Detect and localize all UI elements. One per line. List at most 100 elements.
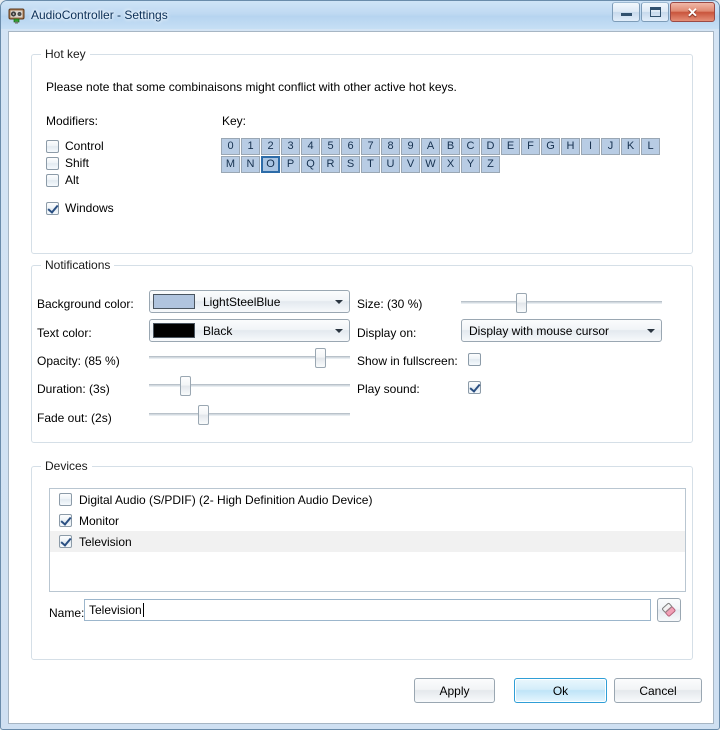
text-color-swatch — [153, 323, 195, 338]
hotkey-key-C[interactable]: C — [461, 138, 480, 155]
title-bar[interactable]: AudioController - Settings ✕ — [1, 1, 719, 29]
fadeout-slider[interactable] — [149, 402, 350, 426]
hotkey-key-L[interactable]: L — [641, 138, 660, 155]
duration-slider[interactable] — [149, 373, 350, 397]
hotkey-key-X[interactable]: X — [441, 156, 460, 173]
hotkey-key-H[interactable]: H — [561, 138, 580, 155]
device-list-item[interactable]: Digital Audio (S/PDIF) (2- High Definiti… — [50, 489, 685, 510]
hotkey-key-P[interactable]: P — [281, 156, 300, 173]
chevron-down-icon[interactable] — [331, 328, 347, 333]
name-label: Name: — [49, 606, 85, 620]
hotkey-key-5[interactable]: 5 — [321, 138, 340, 155]
device-checkbox[interactable] — [59, 535, 72, 548]
hotkey-key-V[interactable]: V — [401, 156, 420, 173]
slider-track — [149, 413, 350, 416]
hotkey-key-6[interactable]: 6 — [341, 138, 360, 155]
text-color-label: Text color: — [37, 326, 92, 340]
device-name-value: Television — [89, 603, 142, 617]
shift-checkbox[interactable] — [46, 156, 59, 170]
ok-button[interactable]: Ok — [514, 678, 607, 703]
display-on-combo[interactable]: Display with mouse cursor — [461, 319, 662, 342]
hotkey-key-Z[interactable]: Z — [481, 156, 500, 173]
hotkey-key-9[interactable]: 9 — [401, 138, 420, 155]
devices-listbox[interactable]: Digital Audio (S/PDIF) (2- High Definiti… — [49, 488, 686, 592]
hotkey-key-Y[interactable]: Y — [461, 156, 480, 173]
hotkey-key-grid[interactable]: 0123456789ABCDEFGHIJKL MNOPQRSTUVWXYZ — [221, 138, 665, 173]
display-on-label: Display on: — [357, 326, 417, 340]
hotkey-key-N[interactable]: N — [241, 156, 260, 173]
hotkey-key-O[interactable]: O — [261, 156, 280, 173]
hotkey-key-F[interactable]: F — [521, 138, 540, 155]
hotkey-key-U[interactable]: U — [381, 156, 400, 173]
play-sound-label: Play sound: — [357, 382, 420, 396]
opacity-label: Opacity: (85 %) — [37, 354, 120, 368]
device-label: Television — [79, 534, 132, 549]
close-icon: ✕ — [687, 4, 698, 20]
text-color-combo[interactable]: Black — [149, 319, 350, 342]
hotkey-key-2[interactable]: 2 — [261, 138, 280, 155]
modifier-shift[interactable]: Shift — [46, 156, 89, 170]
chevron-down-icon[interactable] — [643, 328, 659, 333]
slider-thumb[interactable] — [198, 405, 210, 425]
hotkey-key-G[interactable]: G — [541, 138, 560, 155]
device-label: Monitor — [79, 513, 120, 528]
hotkey-key-J[interactable]: J — [601, 138, 620, 155]
device-checkbox[interactable] — [59, 514, 72, 527]
settings-window: AudioController - Settings ✕ Hot key Ple… — [0, 0, 720, 730]
device-list-item[interactable]: Television — [50, 531, 685, 552]
audio-device-icon — [8, 7, 25, 24]
show-fullscreen-checkbox[interactable] — [468, 353, 481, 366]
hotkey-key-Q[interactable]: Q — [301, 156, 320, 173]
hotkey-key-0[interactable]: 0 — [221, 138, 240, 155]
hotkey-key-7[interactable]: 7 — [361, 138, 380, 155]
notifications-group-title: Notifications — [41, 258, 115, 272]
opacity-slider[interactable] — [149, 345, 350, 369]
hotkey-key-3[interactable]: 3 — [281, 138, 300, 155]
minimize-button[interactable] — [612, 2, 640, 22]
eraser-icon — [662, 602, 676, 617]
display-on-value: Display with mouse cursor — [469, 323, 610, 338]
modifier-alt[interactable]: Alt — [46, 173, 79, 187]
hotkey-key-8[interactable]: 8 — [381, 138, 400, 155]
device-list-item[interactable]: Monitor — [50, 510, 685, 531]
hotkey-key-D[interactable]: D — [481, 138, 500, 155]
windows-checkbox[interactable] — [46, 201, 59, 215]
background-color-combo[interactable]: LightSteelBlue — [149, 290, 350, 313]
device-name-input[interactable]: Television — [84, 599, 651, 621]
slider-thumb[interactable] — [314, 348, 326, 368]
cancel-button[interactable]: Cancel — [614, 678, 702, 703]
show-fullscreen-label: Show in fullscreen: — [357, 354, 458, 368]
device-checkbox[interactable] — [59, 493, 72, 506]
clear-name-button[interactable] — [657, 598, 681, 622]
hotkey-key-R[interactable]: R — [321, 156, 340, 173]
slider-track — [461, 301, 662, 304]
modifier-windows[interactable]: Windows — [46, 201, 114, 215]
hotkey-key-E[interactable]: E — [501, 138, 520, 155]
modifier-label: Shift — [65, 156, 90, 170]
size-slider[interactable] — [461, 290, 662, 314]
apply-button[interactable]: Apply — [414, 678, 495, 703]
slider-track — [149, 384, 350, 387]
slider-thumb[interactable] — [180, 376, 192, 396]
modifier-control[interactable]: Control — [46, 139, 104, 153]
maximize-button[interactable] — [641, 2, 669, 22]
hotkey-key-S[interactable]: S — [341, 156, 360, 173]
alt-checkbox[interactable] — [46, 173, 59, 187]
play-sound-checkbox[interactable] — [468, 381, 481, 394]
hotkey-key-A[interactable]: A — [421, 138, 440, 155]
hotkey-key-W[interactable]: W — [421, 156, 440, 173]
hotkey-key-T[interactable]: T — [361, 156, 380, 173]
chevron-down-icon[interactable] — [331, 299, 347, 304]
hotkey-key-I[interactable]: I — [581, 138, 600, 155]
hotkey-key-K[interactable]: K — [621, 138, 640, 155]
modifier-label: Control — [65, 139, 104, 153]
slider-thumb[interactable] — [516, 293, 528, 313]
hotkey-key-M[interactable]: M — [221, 156, 240, 173]
control-checkbox[interactable] — [46, 139, 59, 153]
hotkey-key-1[interactable]: 1 — [241, 138, 260, 155]
dialog-body: Hot key Please note that some combinaiso… — [8, 31, 714, 724]
duration-label: Duration: (3s) — [37, 382, 110, 396]
close-button[interactable]: ✕ — [670, 2, 715, 22]
hotkey-key-B[interactable]: B — [441, 138, 460, 155]
hotkey-key-4[interactable]: 4 — [301, 138, 320, 155]
